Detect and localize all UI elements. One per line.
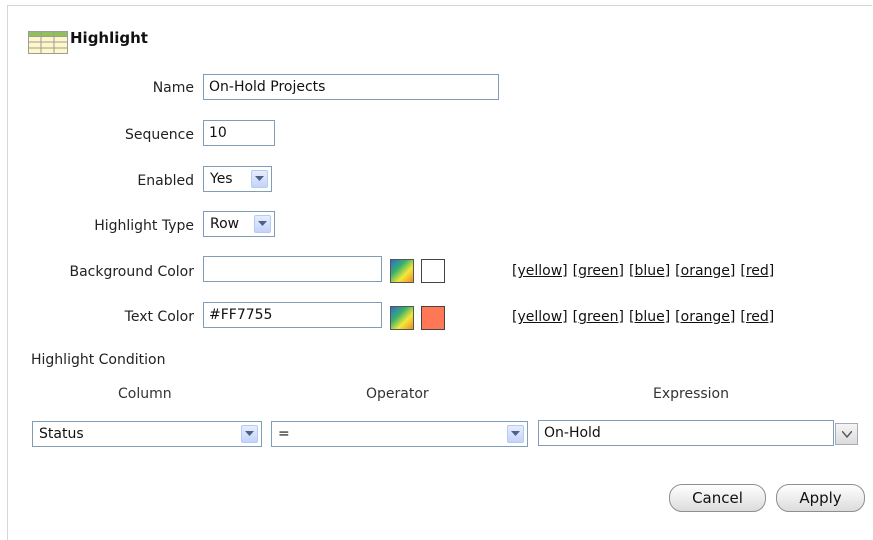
chevron-down-icon[interactable] (254, 215, 271, 233)
operator-header: Operator (366, 386, 429, 402)
bg-link-blue[interactable]: [blue] (629, 263, 670, 279)
bg-link-red[interactable]: [red] (740, 263, 774, 279)
color-picker-icon[interactable] (390, 259, 414, 283)
text-color-label: Text Color (124, 309, 194, 325)
sequence-label: Sequence (124, 127, 194, 143)
expression-dropdown-icon[interactable] (835, 423, 858, 445)
table-icon (28, 31, 68, 54)
text-color-links: [yellow] [green] [blue] [orange] [red] (512, 309, 779, 325)
name-input[interactable]: On-Hold Projects (203, 74, 499, 100)
chevron-down-icon[interactable] (241, 425, 258, 443)
chevron-down-icon[interactable] (251, 170, 268, 188)
text-link-orange[interactable]: [orange] (675, 309, 735, 325)
name-label: Name (152, 80, 194, 96)
expression-input[interactable]: On-Hold (538, 420, 834, 446)
enabled-value: Yes (210, 171, 233, 187)
highlight-type-label: Highlight Type (94, 218, 194, 234)
text-color-input[interactable]: #FF7755 (203, 302, 382, 328)
background-color-input[interactable] (203, 256, 382, 282)
highlight-condition-title: Highlight Condition (31, 352, 166, 368)
bg-link-orange[interactable]: [orange] (675, 263, 735, 279)
bg-link-yellow[interactable]: [yellow] (512, 263, 568, 279)
expression-header: Expression (653, 386, 729, 402)
cancel-button[interactable]: Cancel (669, 484, 766, 512)
text-link-red[interactable]: [red] (740, 309, 774, 325)
highlight-type-select[interactable]: Row (203, 211, 275, 237)
column-value: Status (39, 426, 84, 442)
apply-button[interactable]: Apply (776, 484, 865, 512)
background-color-swatch (421, 259, 445, 283)
highlight-type-value: Row (210, 216, 240, 232)
background-color-links: [yellow] [green] [blue] [orange] [red] (512, 263, 779, 279)
column-select[interactable]: Status (32, 421, 262, 447)
enabled-label: Enabled (137, 173, 194, 189)
operator-value: = (278, 426, 290, 442)
column-header: Column (118, 386, 172, 402)
text-link-green[interactable]: [green] (573, 309, 624, 325)
text-link-yellow[interactable]: [yellow] (512, 309, 568, 325)
panel-title: Highlight (70, 29, 148, 47)
text-link-blue[interactable]: [blue] (629, 309, 670, 325)
bg-link-green[interactable]: [green] (573, 263, 624, 279)
operator-select[interactable]: = (271, 421, 528, 447)
text-color-swatch (421, 306, 445, 330)
background-color-label: Background Color (69, 264, 194, 280)
color-picker-icon[interactable] (390, 306, 414, 330)
chevron-down-icon[interactable] (507, 425, 524, 443)
sequence-input[interactable]: 10 (203, 120, 275, 146)
enabled-select[interactable]: Yes (203, 166, 272, 192)
